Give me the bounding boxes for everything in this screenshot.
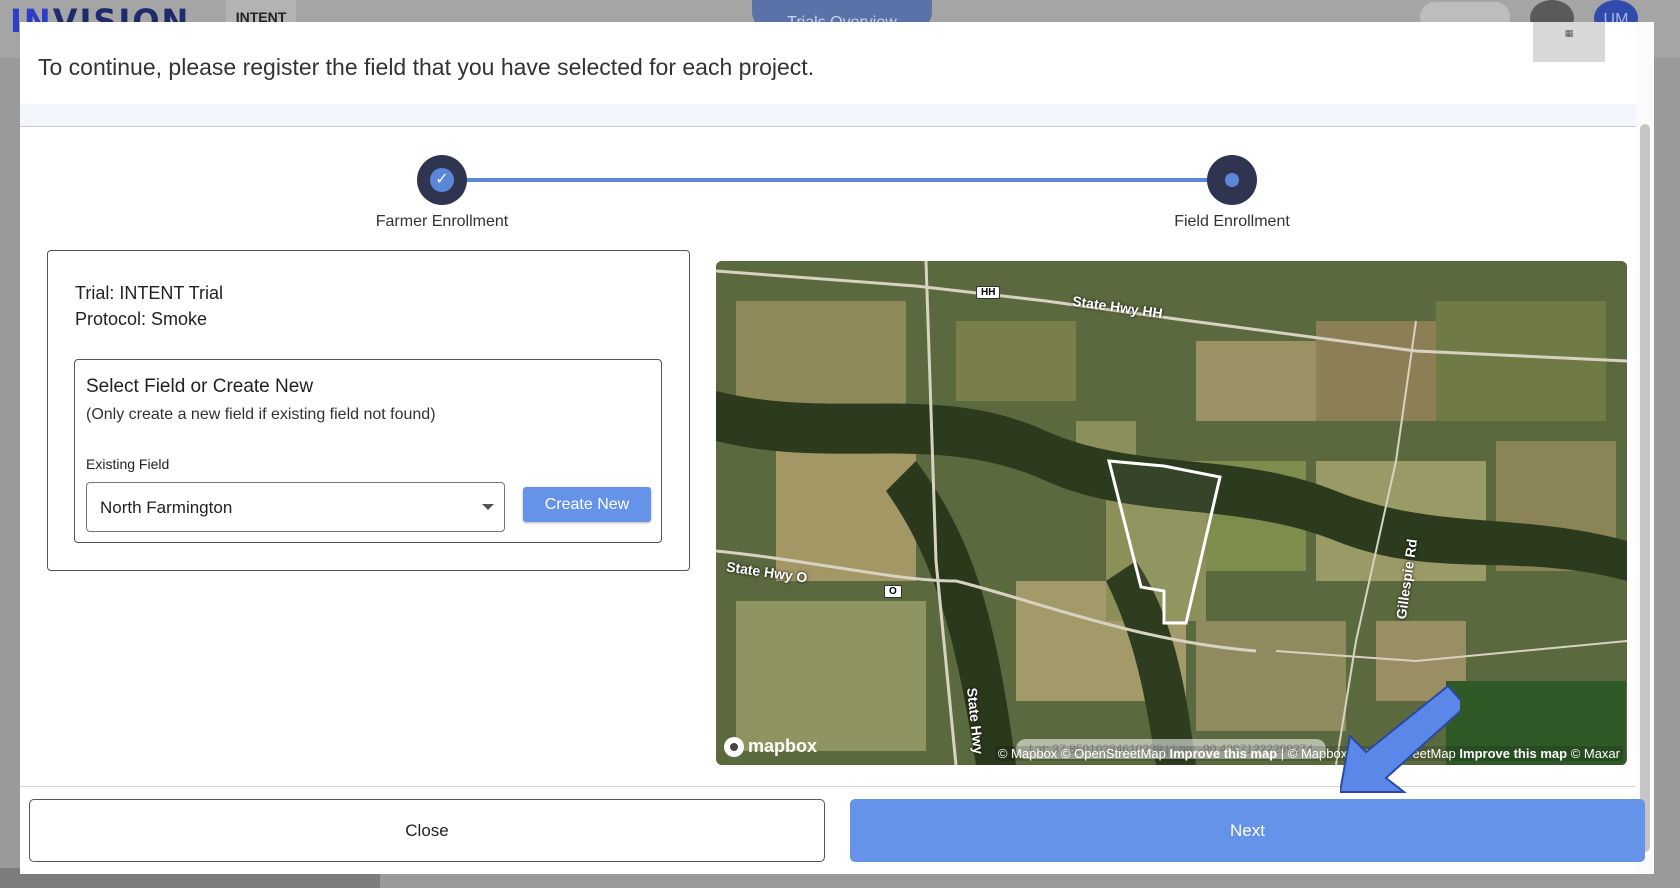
trial-card: Trial: INTENT Trial Protocol: Smoke Sele… (47, 250, 690, 571)
next-button[interactable]: Next (850, 799, 1645, 862)
pointer-arrow-icon (1340, 684, 1460, 793)
protocol-name: Protocol: Smoke (75, 309, 208, 329)
chevron-down-icon (482, 504, 494, 510)
map-attribution: © Mapbox © OpenStreetMap Improve this ma… (994, 746, 1623, 761)
improve-map-link[interactable]: Improve this map (1170, 746, 1278, 761)
field-map[interactable]: State Hwy HH State Hwy O Gillespie Rd St… (716, 261, 1627, 765)
select-field-subtitle: (Only create a new field if existing fie… (86, 406, 436, 423)
modal-scrollbar-thumb[interactable] (1640, 124, 1650, 852)
step-farmer-enrollment: ✓ (417, 155, 467, 205)
existing-field-value: North Farmington (100, 498, 233, 517)
mapbox-icon (724, 736, 744, 757)
select-field-title: Select Field or Create New (86, 376, 314, 397)
step-field-enrollment (1207, 155, 1257, 205)
route-shield-hh: HH (976, 286, 1001, 299)
route-shield-o: O (884, 585, 902, 598)
header-divider (20, 126, 1654, 127)
modal-logo: ▦ (1533, 22, 1605, 62)
active-dot-icon (1225, 173, 1239, 187)
modal-title: To continue, please register the field t… (38, 54, 815, 80)
trial-name: Trial: INTENT Trial (75, 283, 224, 303)
existing-field-label: Existing Field (86, 456, 170, 472)
step-label-farmer-enrollment: Farmer Enrollment (375, 213, 509, 230)
step-label-field-enrollment: Field Enrollment (1174, 213, 1290, 230)
field-select-panel: Select Field or Create New (Only create … (74, 359, 662, 543)
satellite-imagery (716, 261, 1627, 765)
check-icon: ✓ (430, 168, 454, 192)
improve-map-link-2[interactable]: Improve this map (1459, 746, 1567, 761)
close-button[interactable]: Close (29, 799, 825, 862)
stepper-connector (462, 178, 1212, 182)
modal-header: To continue, please register the field t… (20, 22, 1654, 126)
existing-field-select[interactable]: North Farmington (86, 482, 505, 532)
mapbox-logo[interactable]: mapbox (724, 736, 817, 757)
create-new-button[interactable]: Create New (523, 487, 651, 522)
